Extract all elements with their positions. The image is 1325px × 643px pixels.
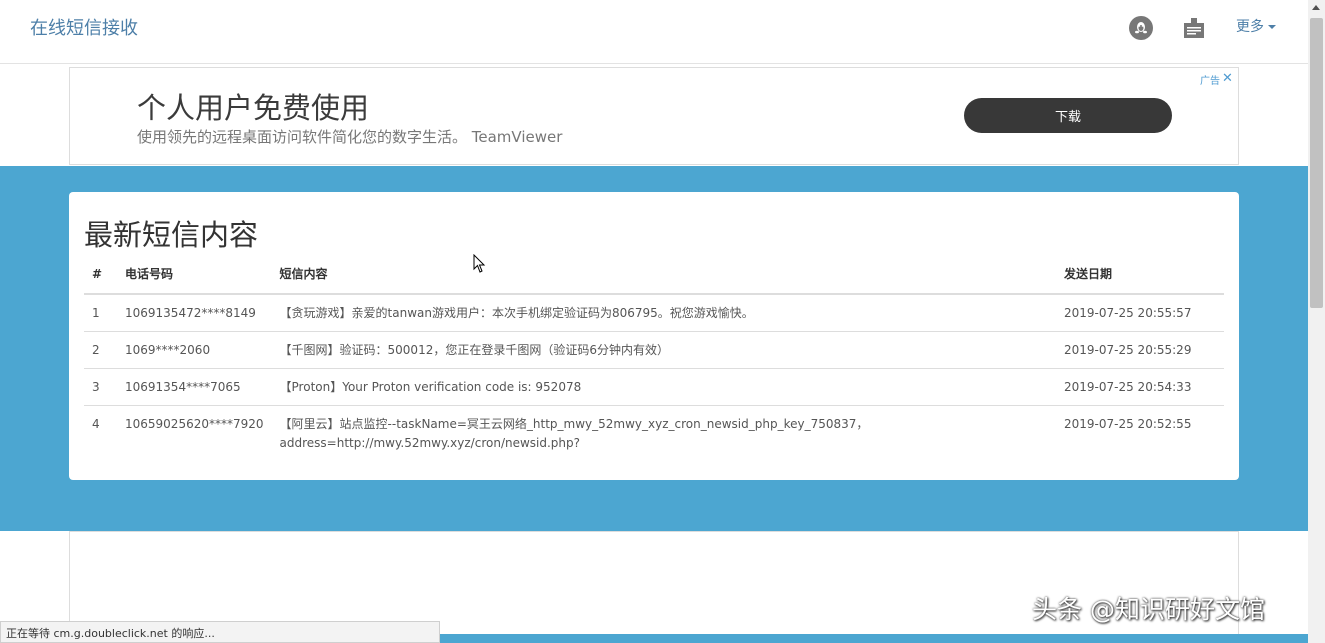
row-index: 2 (84, 331, 117, 369)
sms-title: 最新短信内容 (84, 218, 259, 252)
row-content: 【阿里云】站点监控--taskName=冥王云网络_http_mwy_52mwy… (279, 417, 869, 450)
more-label: 更多 (1236, 19, 1264, 35)
caret-down-icon (1268, 25, 1276, 29)
row-content: 【贪玩游戏】亲爱的tanwan游戏用户：本次手机绑定验证码为806795。祝您游… (271, 294, 1056, 332)
browser-status-bar: 正在等待 cm.g.doubleclick.net 的响应... (0, 621, 440, 643)
top-navbar: 在线短信接收 更多 (0, 0, 1308, 64)
header-phone: 电话号码 (117, 254, 272, 295)
sms-section: 最新短信内容 # 电话号码 短信内容 发送日期 1 1069135472****… (0, 166, 1308, 531)
sms-card: 最新短信内容 # 电话号码 短信内容 发送日期 1 1069135472****… (69, 192, 1239, 480)
header-index: # (84, 254, 117, 295)
table-row: 1 1069135472****8149 【贪玩游戏】亲爱的tanwan游戏用户… (84, 294, 1224, 332)
row-index: 4 (92, 417, 100, 431)
top-advertisement[interactable]: 个人用户免费使用 使用领先的远程桌面访问软件简化您的数字生活。 TeamView… (69, 67, 1239, 165)
mouse-cursor-icon (473, 253, 487, 279)
header-content: 短信内容 (271, 254, 1056, 295)
ad-download-button[interactable]: 下载 (964, 98, 1172, 133)
row-date: 2019-07-25 20:54:33 (1056, 368, 1224, 406)
ad-label[interactable]: 广告 (1200, 72, 1220, 87)
row-content: 【Proton】Your Proton verification code is… (271, 368, 1056, 406)
table-row: 4 10659025620****7920 【阿里云】站点监控--taskNam… (84, 406, 1224, 462)
row-index: 1 (84, 294, 117, 332)
scroll-up-arrow-icon[interactable] (1312, 5, 1320, 10)
row-content: 【千图网】验证码：500012，您正在登录千图网（验证码6分钟内有效） (271, 331, 1056, 369)
header-date: 发送日期 (1056, 254, 1224, 295)
ad-subtitle: 使用领先的远程桌面访问软件简化您的数字生活。 TeamViewer (137, 128, 563, 146)
qq-icon[interactable] (1129, 16, 1153, 40)
watermark-text: 头条 @知识研好文馆 (1032, 595, 1265, 624)
close-icon[interactable]: ✕ (1222, 70, 1233, 86)
ad-title: 个人用户免费使用 (137, 91, 370, 125)
table-row: 2 1069****2060 【千图网】验证码：500012，您正在登录千图网（… (84, 331, 1224, 369)
row-phone: 10659025620****7920 (125, 417, 264, 431)
row-date: 2019-07-25 20:55:29 (1056, 331, 1224, 369)
table-row: 3 10691354****7065 【Proton】Your Proton v… (84, 368, 1224, 406)
document-icon[interactable] (1182, 16, 1206, 40)
sms-table: # 电话号码 短信内容 发送日期 1 1069135472****8149 【贪… (84, 254, 1224, 461)
row-phone: 10691354****7065 (117, 368, 272, 406)
row-phone: 1069135472****8149 (117, 294, 272, 332)
site-brand-link[interactable]: 在线短信接收 (30, 14, 138, 40)
vertical-scrollbar[interactable] (1308, 0, 1325, 643)
bottom-blue-strip (440, 634, 1308, 643)
more-dropdown[interactable]: 更多 (1236, 16, 1276, 36)
table-header-row: # 电话号码 短信内容 发送日期 (84, 254, 1224, 295)
scrollbar-thumb[interactable] (1310, 18, 1323, 308)
row-date: 2019-07-25 20:55:57 (1056, 294, 1224, 332)
row-index: 3 (84, 368, 117, 406)
row-phone: 1069****2060 (117, 331, 272, 369)
row-date: 2019-07-25 20:52:55 (1064, 417, 1192, 431)
